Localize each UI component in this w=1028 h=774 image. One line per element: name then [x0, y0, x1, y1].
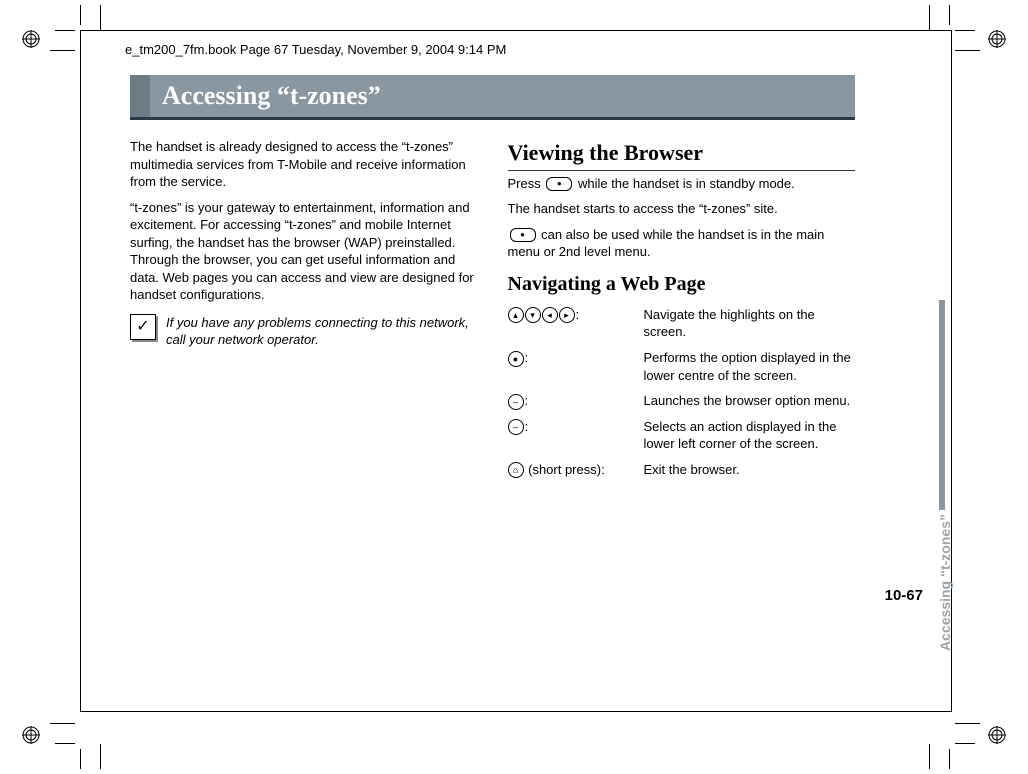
crop-mark	[929, 5, 930, 30]
intro-paragraph-2: “t-zones” is your gateway to entertainme…	[130, 199, 478, 304]
left-key-icon: ◂	[542, 307, 558, 323]
nav-desc: Launches the browser option menu.	[644, 390, 856, 416]
registration-mark-icon	[22, 30, 40, 48]
up-key-icon: ▴	[508, 307, 524, 323]
registration-mark-icon	[988, 726, 1006, 744]
viewing-paragraph-1: Press ● while the handset is in standby …	[508, 175, 856, 193]
crop-mark	[55, 743, 75, 744]
crop-mark	[955, 743, 975, 744]
nav-key-cell: ⌂ (short press):	[508, 459, 644, 485]
nav-desc: Selects an action displayed in the lower…	[644, 416, 856, 459]
crop-mark	[80, 749, 81, 769]
left-column: The handset is already designed to acces…	[130, 138, 478, 484]
browser-key-icon: ●	[510, 228, 536, 242]
note-text: If you have any problems connecting to t…	[166, 314, 478, 349]
nav-desc: Performs the option displayed in the low…	[644, 347, 856, 390]
crop-mark	[100, 744, 101, 769]
note-block: ✓ If you have any problems connecting to…	[130, 314, 478, 349]
registration-mark-icon	[22, 726, 40, 744]
checkmark-icon: ✓	[130, 314, 156, 340]
book-header: e_tm200_7fm.book Page 67 Tuesday, Novemb…	[125, 42, 506, 57]
crop-mark	[955, 30, 975, 31]
crop-mark	[80, 5, 81, 25]
side-tab: Accessing “t-zones”	[931, 300, 945, 510]
side-tab-bar	[939, 300, 945, 510]
section-heading-viewing: Viewing the Browser	[508, 138, 856, 171]
center-key-icon: ●	[508, 351, 524, 367]
nav-row: –: Launches the browser option menu.	[508, 390, 856, 416]
crop-mark	[50, 50, 75, 51]
nav-desc: Navigate the highlights on the screen.	[644, 304, 856, 347]
navigation-table: ▴▾◂▸: Navigate the highlights on the scr…	[508, 304, 856, 484]
registration-mark-icon	[988, 30, 1006, 48]
browser-key-icon: ●	[546, 177, 572, 191]
viewing-paragraph-3: ● can also be used while the handset is …	[508, 226, 856, 261]
nav-key-cell: –:	[508, 416, 644, 459]
nav-row: ●: Performs the option displayed in the …	[508, 347, 856, 390]
nav-key-cell: ●:	[508, 347, 644, 390]
side-tab-text: Accessing “t-zones”	[937, 514, 953, 651]
nav-row: ▴▾◂▸: Navigate the highlights on the scr…	[508, 304, 856, 347]
nav-row: ⌂ (short press): Exit the browser.	[508, 459, 856, 485]
content: Accessing “t-zones” The handset is alrea…	[130, 75, 855, 484]
crop-mark	[949, 5, 950, 25]
softkey-icon: –	[508, 419, 524, 435]
nav-key-cell: –:	[508, 390, 644, 416]
title-accent	[130, 75, 150, 117]
softkey-icon: –	[508, 394, 524, 410]
chapter-title-bar: Accessing “t-zones”	[130, 75, 855, 120]
crop-mark	[949, 749, 950, 769]
crop-mark	[55, 30, 75, 31]
nav-desc: Exit the browser.	[644, 459, 856, 485]
crop-mark	[929, 744, 930, 769]
nav-key-cell: ▴▾◂▸:	[508, 304, 644, 347]
right-column: Viewing the Browser Press ● while the ha…	[508, 138, 856, 484]
viewing-paragraph-2: The handset starts to access the “t-zone…	[508, 200, 856, 218]
crop-mark	[100, 5, 101, 30]
crop-mark	[955, 50, 980, 51]
chapter-title: Accessing “t-zones”	[150, 75, 855, 117]
down-key-icon: ▾	[525, 307, 541, 323]
page-number: 10-67	[885, 587, 923, 604]
nav-row: –: Selects an action displayed in the lo…	[508, 416, 856, 459]
crop-mark	[50, 723, 75, 724]
intro-paragraph-1: The handset is already designed to acces…	[130, 138, 478, 191]
end-key-icon: ⌂	[508, 462, 524, 478]
right-key-icon: ▸	[559, 307, 575, 323]
section-heading-navigating: Navigating a Web Page	[508, 271, 856, 298]
crop-mark	[955, 723, 980, 724]
